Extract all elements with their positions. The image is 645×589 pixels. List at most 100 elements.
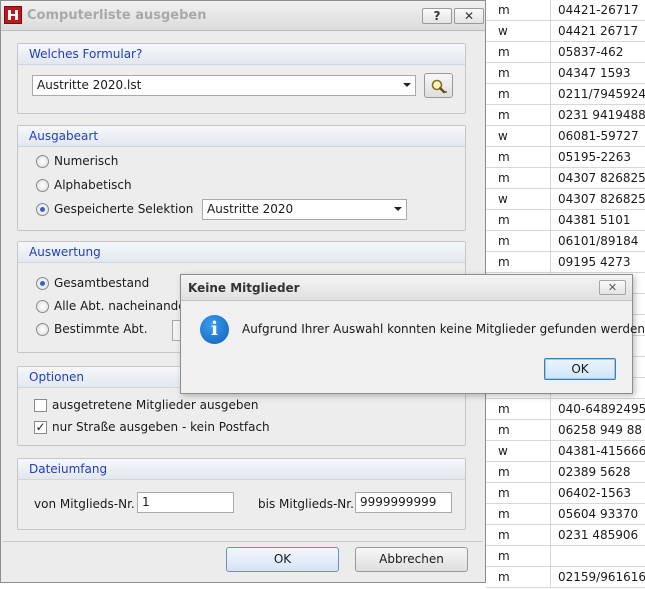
from-member-input[interactable]: 1 [137, 492, 234, 513]
phone-cell: 09195 4273 [558, 255, 631, 269]
dateiumfang-header: Dateiumfang [18, 459, 465, 480]
phone-cell: 02159/961616 [558, 570, 645, 584]
phone-cell: 06101/89184 [558, 234, 639, 248]
gender-cell: m [486, 42, 551, 62]
gender-cell: m [486, 420, 551, 440]
checkbox[interactable] [34, 399, 47, 412]
table-row[interactable]: m 04307 826825 [486, 168, 645, 189]
table-row[interactable]: m 09195 4273 [486, 252, 645, 273]
table-row[interactable]: m 040-64892495 [486, 399, 645, 420]
phone-cell: 06258 949 88 3 [558, 423, 645, 437]
selektion-dropdown[interactable]: Austritte 2020 [202, 199, 407, 220]
help-button[interactable]: ? [422, 8, 452, 24]
checkbox-checked[interactable]: ✓ [34, 421, 47, 434]
to-label: bis Mitglieds-Nr. [258, 497, 354, 511]
radio-label: Alphabetisch [54, 178, 132, 192]
phone-cell: 04421-26717 [558, 3, 639, 17]
table-row[interactable]: m 05837-462 [486, 42, 645, 63]
table-row[interactable]: m 06101/89184 [486, 231, 645, 252]
gender-cell: m [486, 462, 551, 482]
radio-button-selected[interactable] [36, 277, 49, 290]
phone-cell [552, 546, 645, 566]
close-button[interactable]: ✕ [454, 8, 484, 24]
ok-button[interactable]: OK [226, 547, 339, 572]
gender-cell: m [486, 210, 551, 230]
gender-cell: m [486, 0, 551, 20]
checkbox-label: nur Straße ausgeben - kein Postfach [52, 420, 270, 434]
table-row[interactable]: m 05195-2263 [486, 147, 645, 168]
table-row[interactable]: w 04421 26717 [486, 21, 645, 42]
table-row[interactable]: m 02389 5628 [486, 462, 645, 483]
table-row[interactable]: m 0231 485906 [486, 525, 645, 546]
formular-header: Welches Formular? [18, 44, 465, 65]
phone-cell: 04307 826825 [558, 192, 645, 206]
table-row[interactable]: m 0211/7945924 [486, 84, 645, 105]
table-row[interactable]: m 04421-26717 [486, 0, 645, 21]
ausgabeart-header: Ausgabeart [18, 126, 465, 147]
table-row[interactable]: m 04347 1593 [486, 63, 645, 84]
phone-cell: 04307 826825 [558, 171, 645, 185]
window-title: Computerliste ausgeben [27, 8, 207, 23]
app-logo-icon [4, 6, 22, 24]
dialog-titlebar[interactable]: Keine Mitglieder ✕ [181, 275, 632, 301]
gender-cell: w [486, 21, 551, 41]
table-row[interactable]: m 02159/961616 [486, 567, 645, 588]
gender-cell: w [486, 189, 551, 209]
checkmark-icon: ✓ [35, 420, 46, 434]
ausgabeart-group: Ausgabeart Numerisch Alphabetisch Gespei… [17, 125, 466, 231]
table-row[interactable]: w 06081-59727 [486, 126, 645, 147]
phone-cell: 06081-59727 [558, 129, 639, 143]
radio-label: Numerisch [54, 154, 119, 168]
gender-cell: m [486, 504, 551, 524]
gender-cell: m [486, 105, 551, 125]
keine-mitglieder-dialog: Keine Mitglieder ✕ i Aufgrund Ihrer Ausw… [180, 274, 645, 394]
table-row[interactable]: m 06402-1563 [486, 483, 645, 504]
radio-button[interactable] [36, 300, 49, 313]
to-member-input[interactable]: 9999999999 [355, 492, 452, 513]
table-row[interactable]: w 04381-4156666 [486, 441, 645, 462]
dialog-close-button[interactable]: ✕ [599, 280, 626, 295]
radio-button-selected[interactable] [36, 203, 49, 216]
cancel-button[interactable]: Abbrechen [355, 547, 468, 572]
formular-value: Austritte 2020.lst [37, 78, 142, 92]
table-row[interactable]: m [486, 546, 645, 567]
phone-cell: 040-64892495 [558, 402, 645, 416]
gender-cell: m [486, 525, 551, 545]
radio-label: Alle Abt. nacheinander [54, 299, 191, 313]
browse-button[interactable] [424, 73, 453, 98]
from-label: von Mitglieds-Nr. [34, 497, 135, 511]
phone-cell: 05195-2263 [558, 150, 632, 164]
radio-button[interactable] [36, 323, 49, 336]
table-row[interactable]: m 04381 5101 [486, 210, 645, 231]
phone-cell: 0211/7945924 [558, 87, 645, 101]
dateiumfang-group: Dateiumfang von Mitglieds-Nr. 1 bis Mitg… [17, 458, 466, 530]
gender-cell: m [486, 231, 551, 251]
phone-cell: 04347 1593 [558, 66, 631, 80]
table-row[interactable]: m 05604 93370 [486, 504, 645, 525]
magnifier-icon [431, 79, 447, 94]
radio-button[interactable] [36, 155, 49, 168]
table-row[interactable]: m 0231 9419488 [486, 105, 645, 126]
phone-cell: 04381-4156666 [558, 444, 645, 458]
phone-cell: 05604 93370 [558, 507, 639, 521]
gender-cell: m [486, 483, 551, 503]
table-row[interactable]: m 06258 949 88 3 [486, 420, 645, 441]
checkbox-label: ausgetretene Mitglieder ausgeben [52, 398, 259, 412]
dialog-ok-button[interactable]: OK [544, 358, 616, 380]
gender-cell: m [486, 168, 551, 188]
gender-cell: w [486, 441, 551, 461]
table-row[interactable]: w 04307 826825 [486, 189, 645, 210]
formular-dropdown[interactable]: Austritte 2020.lst [32, 75, 416, 96]
phone-cell: 02389 5628 [558, 465, 631, 479]
radio-label: Bestimmte Abt. [54, 322, 148, 336]
gender-cell: m [486, 147, 551, 167]
chevron-down-icon [403, 83, 411, 87]
phone-cell: 04381 5101 [558, 213, 631, 227]
selektion-value: Austritte 2020 [207, 202, 294, 216]
dialog-message: Aufgrund Ihrer Auswahl konnten keine Mit… [242, 322, 645, 336]
info-icon: i [200, 315, 229, 344]
phone-cell: 05837-462 [558, 45, 624, 59]
window-titlebar[interactable]: Computerliste ausgeben ? ✕ [1, 1, 485, 31]
phone-cell: 0231 9419488 [558, 108, 645, 122]
radio-button[interactable] [36, 179, 49, 192]
